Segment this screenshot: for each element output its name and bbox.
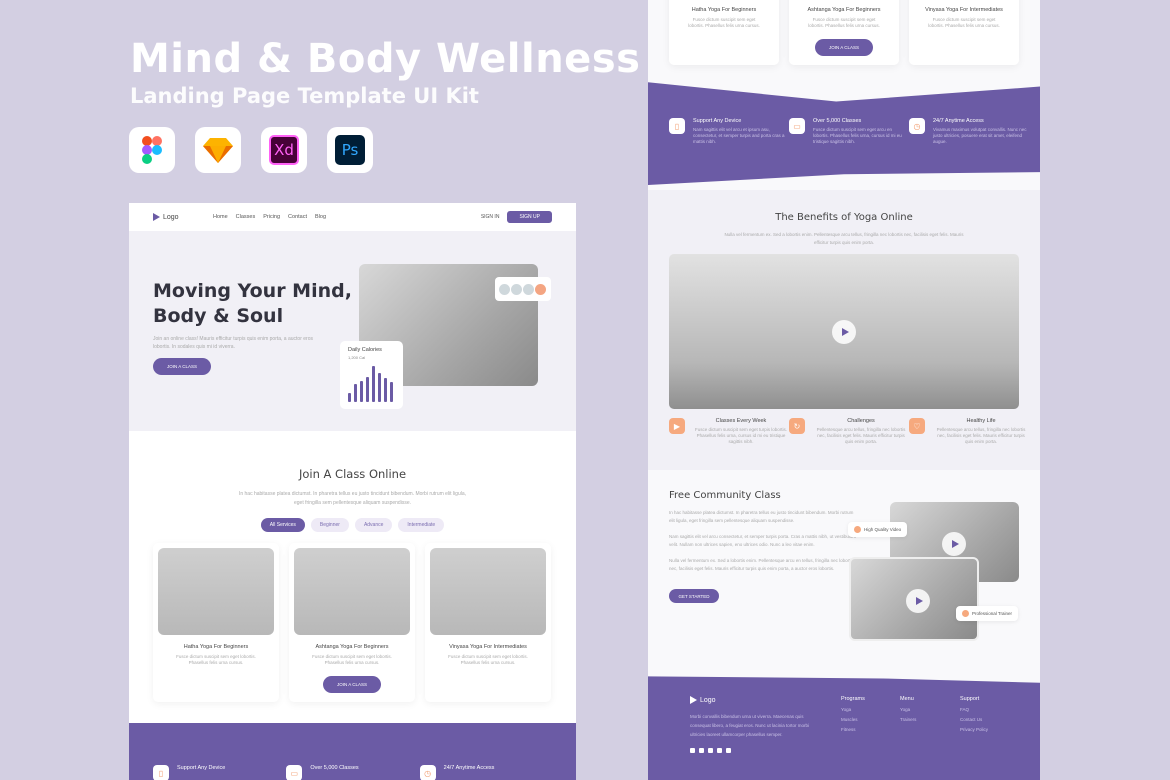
join-class-button[interactable]: JOIN A CLASS [815, 39, 873, 56]
benefit-item: ▶ Classes Every Week Fusce dictum suscipit… [669, 418, 789, 445]
class-card[interactable]: Hatha Yoga For Beginners Fusce dictum sus… [153, 543, 279, 702]
filter-advance[interactable]: Advance [354, 518, 393, 532]
class-cards: Hatha Yoga For Beginners Fusce dictum sus… [669, 0, 1019, 65]
kit-subtitle: Landing Page Template UI Kit [130, 84, 479, 108]
clock-icon: ◷ [419, 765, 436, 780]
section-title: The Benefits of Yoga Online [775, 212, 913, 223]
benefits-video[interactable] [669, 254, 1019, 409]
class-card[interactable]: Ashtanga Yoga For Beginners Fusce dictum … [789, 0, 899, 65]
benefit-item: ♡ Healthy Life Pellentesque arcu tellus, f… [909, 418, 1029, 445]
youtube-icon[interactable] [717, 748, 722, 753]
nav-classes[interactable]: Classes [236, 214, 256, 220]
feature-item: ▯ Support Any Device Nam sagittis elit vel… [669, 118, 789, 145]
nav-links: Home Classes Pricing Contact Blog [213, 214, 326, 220]
benefit-item: ↻ Challenges Pellentesque arcu tellus, fri… [789, 418, 909, 445]
community-video-2[interactable] [849, 557, 979, 641]
class-image [430, 548, 546, 635]
play-icon [906, 589, 930, 613]
landing-page-preview-right: Hatha Yoga For Beginners Fusce dictum sus… [648, 0, 1040, 780]
class-filters: All Services Beginner Advance Intermedia… [129, 518, 576, 532]
feature-item: ▯ Support Any Device [153, 765, 286, 780]
calorie-bar [384, 377, 387, 402]
class-card[interactable]: Vinyasa Yoga For Intermediates Fusce dict… [425, 543, 551, 702]
calorie-bar [372, 366, 375, 402]
hero-section: Moving Your Mind, Body & Soul Join an onl… [129, 231, 576, 431]
nav-home[interactable]: Home [213, 214, 228, 220]
feature-item: ▭ Over 5,000 Classes Fusce dictum suscipit… [789, 118, 909, 145]
section-title: Free Community Class [669, 490, 781, 501]
hero-title: Moving Your Mind, Body & Soul [153, 280, 352, 327]
professional-trainer-tag: Professional Trainer [956, 606, 1019, 621]
get-started-button[interactable]: GET STARTED [669, 589, 719, 603]
video-icon: ▶ [669, 418, 685, 434]
section-title: Join A Class Online [298, 467, 407, 481]
navbar: Logo Home Classes Pricing Contact Blog S… [129, 203, 576, 231]
calorie-bar [390, 382, 393, 402]
feature-item: ◷ 24/7 Anytime Access [419, 765, 553, 780]
benefits-section: The Benefits of Yoga Online Nulla vel fe… [648, 190, 1040, 470]
kit-title: Mind & Body Wellness [130, 36, 641, 82]
photoshop-icon: Ps [327, 127, 373, 173]
filter-all-services[interactable]: All Services [260, 518, 305, 532]
laptop-icon: ▭ [789, 118, 805, 134]
sign-up-button[interactable]: SIGN UP [507, 211, 552, 223]
instagram-icon[interactable] [726, 748, 731, 753]
play-icon[interactable] [832, 320, 856, 344]
device-icon: ▯ [669, 118, 685, 134]
feature-item: ▭ Over 5,000 Classes [286, 765, 419, 780]
xd-icon: Xd [261, 127, 307, 173]
calorie-bar [360, 381, 363, 402]
hero-text: Join an online class! Mauris efficitur t… [153, 336, 313, 350]
challenge-icon: ↻ [789, 418, 805, 434]
video-icon [854, 526, 861, 533]
device-icon: ▯ [153, 765, 169, 780]
sketch-icon [195, 127, 241, 173]
features-band: ▯ Support Any Device ▭ Over 5,000 Classes … [129, 723, 576, 780]
calories-bar-chart [348, 366, 395, 402]
join-class-section: Join A Class Online In hac habitasse pla… [129, 432, 576, 532]
class-card[interactable]: Vinyasa Yoga For Intermediates Fusce dict… [909, 0, 1019, 65]
footer: Logo Morbi convallis bibendum urna ut vi… [648, 676, 1040, 780]
join-class-button[interactable]: JOIN A CLASS [323, 676, 381, 693]
class-card[interactable]: Ashtanga Yoga For Beginners Fusce dictum … [289, 543, 415, 702]
clock-icon: ◷ [909, 118, 925, 134]
linkedin-icon[interactable] [708, 748, 713, 753]
footer-logo: Logo [690, 696, 750, 704]
calorie-bar [378, 373, 381, 402]
filter-beginner[interactable]: Beginner [310, 518, 349, 532]
community-section: Free Community Class In hac habitasse pl… [669, 490, 859, 603]
calorie-bar [354, 384, 357, 402]
figma-icon [129, 127, 175, 173]
section-text: In hac habitasse platea dictumst. In pha… [238, 491, 467, 506]
social-icons [690, 748, 731, 753]
logo-icon [153, 213, 160, 221]
filter-intermediate[interactable]: Intermediate [398, 518, 445, 532]
class-image [158, 548, 274, 635]
twitter-icon[interactable] [699, 748, 704, 753]
landing-page-preview-left: Logo Home Classes Pricing Contact Blog S… [129, 203, 576, 780]
nav-blog[interactable]: Blog [315, 214, 326, 220]
join-class-button[interactable]: JOIN A CLASS [153, 358, 211, 375]
class-cards: Hatha Yoga For Beginners Fusce dictum sus… [153, 543, 551, 702]
class-card[interactable]: Hatha Yoga For Beginners Fusce dictum sus… [669, 0, 779, 65]
trainer-icon [962, 610, 969, 617]
laptop-icon: ▭ [286, 765, 303, 780]
section-text: Nulla vel fermentum ex. Sed a lobortis e… [724, 232, 964, 245]
nav-contact[interactable]: Contact [288, 214, 307, 220]
calorie-bar [366, 376, 369, 402]
heart-icon: ♡ [909, 418, 925, 434]
feature-item: ◷ 24/7 Anytime Access Vivamus maximus volu… [909, 118, 1029, 145]
sign-in-link[interactable]: SIGN IN [481, 214, 500, 220]
member-avatars [495, 277, 551, 301]
features-band: ▯ Support Any Device Nam sagittis elit vel… [648, 82, 1040, 185]
calorie-bar [348, 393, 351, 402]
tool-icons: Xd Ps [129, 127, 373, 173]
logo[interactable]: Logo [153, 213, 213, 221]
high-quality-video-tag: High Quality Video [848, 522, 908, 537]
nav-pricing[interactable]: Pricing [263, 214, 280, 220]
facebook-icon[interactable] [690, 748, 695, 753]
daily-calories-card: Daily Calories 1,200 Cal [340, 341, 403, 409]
class-image [294, 548, 410, 635]
play-icon [942, 532, 966, 556]
